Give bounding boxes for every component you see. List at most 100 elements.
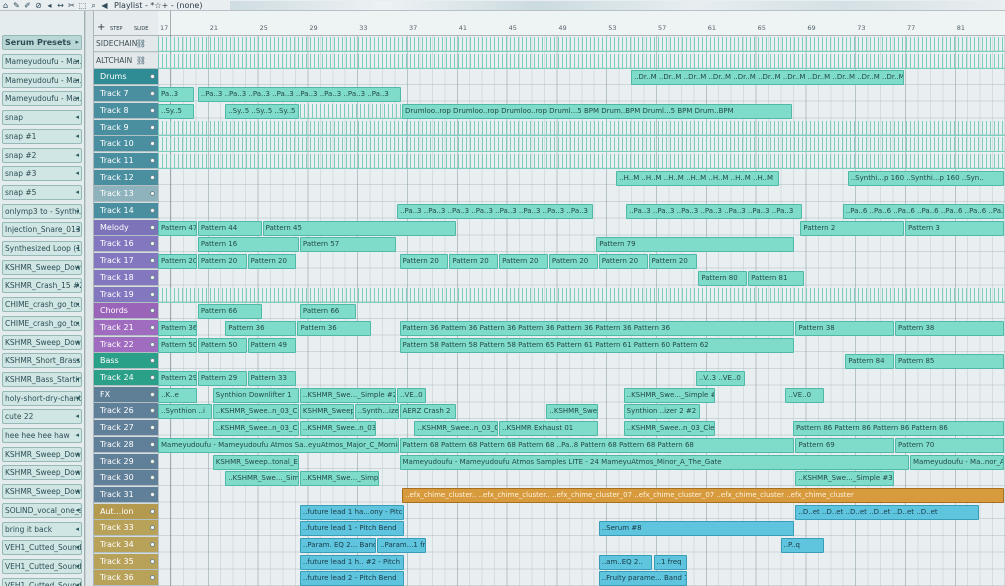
track-header[interactable]: Aut...ion [94, 503, 158, 520]
playlist-clip[interactable]: Pattern 58 Pattern 58 Pattern 58 Pattern… [399, 337, 795, 353]
track-header[interactable]: Track 31 [94, 486, 158, 503]
add-track-button[interactable]: + [97, 22, 105, 33]
playlist-clip[interactable]: ..Dr..M ..Dr..M ..Dr..M ..Dr..M ..Dr..M … [631, 70, 904, 86]
playlist-clip[interactable]: ..P..q [780, 538, 825, 553]
playlist-clip[interactable]: ..KSHMR_Swe..._Simple #4 [623, 387, 715, 403]
playlist-clip[interactable]: ..KSHMR_Swee..n_03_Clean [414, 421, 499, 437]
link-icon[interactable]: ⛓ [136, 36, 146, 51]
track-header[interactable]: Track 17 [94, 253, 158, 270]
select-icon[interactable]: ⬚ [77, 0, 88, 11]
playlist-clip[interactable]: Synthion Downlifter 1 [212, 387, 299, 403]
track-header[interactable]: Track 9 [94, 119, 158, 136]
track-enable-dot[interactable] [150, 425, 155, 431]
slice-icon[interactable]: ✂ [66, 0, 77, 11]
browser-item[interactable]: onlymp3 to - Synthi.. ◂ [2, 203, 82, 219]
playlist-clip[interactable]: ..1 freq [653, 554, 688, 570]
slip-icon[interactable]: ↔ [55, 0, 66, 11]
mute-icon[interactable]: ◂ [44, 0, 55, 11]
track-header[interactable]: Track 8 [94, 102, 158, 119]
track-enable-dot[interactable] [150, 508, 155, 514]
paint-icon[interactable]: ✐ [22, 0, 33, 11]
playlist-clip[interactable]: Pattern 20 [158, 254, 197, 270]
playlist-clip[interactable]: Pattern 3 [905, 220, 1004, 236]
playlist-clip[interactable]: ..Sy..5 [158, 103, 195, 119]
track-header[interactable]: FX [94, 386, 158, 403]
playlist-clip[interactable]: ..V..3 ..VE..0 [695, 371, 745, 386]
browser-item[interactable]: holy-short-dry-chant ◂ [2, 390, 82, 406]
track-enable-dot[interactable] [150, 91, 155, 97]
track-header[interactable]: Track 19 [94, 286, 158, 303]
playlist-clip[interactable]: Pattern 20 [399, 254, 449, 270]
track-enable-dot[interactable] [150, 208, 155, 213]
browser-folder-serum-presets[interactable]: Serum Presets ▸ [2, 35, 82, 50]
playlist-clip[interactable]: Pattern 20 [548, 254, 598, 270]
playlist-clip[interactable]: Pattern 69 [795, 437, 895, 453]
track-enable-dot[interactable] [150, 241, 155, 247]
track-header[interactable]: Track 28 [94, 436, 158, 453]
browser-item[interactable]: KSHMR_Short_Brass.. ◂ [2, 353, 82, 369]
playlist-clip[interactable]: ..KSHMR_Swee..n_03_Clean [212, 421, 299, 437]
note-pattern-strip[interactable] [158, 53, 1005, 69]
playlist-clip[interactable]: ..Fruity parame... Band 7 freq [598, 571, 688, 586]
slide-mode-toggle[interactable]: SLIDE [134, 26, 148, 32]
browser-item[interactable]: VEH1_Cutted_Sounds.. ◂ [2, 577, 82, 586]
playlist-clip[interactable]: Pattern 20 [648, 254, 698, 270]
track-enable-dot[interactable] [150, 74, 155, 80]
browser-item[interactable]: Mameyudoufu - Ma.. ◂ [2, 72, 82, 88]
playlist-clip[interactable]: Pattern 49 [247, 337, 297, 353]
track-header[interactable]: Track 7 [94, 86, 158, 103]
track-header[interactable]: Track 22 [94, 336, 158, 353]
track-header[interactable]: Track 21 [94, 319, 158, 336]
browser-item[interactable]: KSHMR_Bass_Startin.. ◂ [2, 371, 82, 387]
browser-item[interactable]: KSHMR_Sweep_Dow.. ◂ [2, 446, 82, 462]
playlist-clip[interactable]: Mameyudoufu - Mameyudoufu Atmos Samples … [399, 454, 909, 470]
playlist-clip[interactable]: Pattern 50 [197, 337, 247, 353]
playlist-clip[interactable]: ..Param. EQ 2... Band 7 [299, 538, 377, 553]
playlist-clip[interactable]: Pattern 36 Pattern 36 Pattern 36 Pattern… [399, 320, 795, 336]
browser-item[interactable]: KSHMR_Sweep_Dow.. ◂ [2, 484, 82, 500]
track-enable-dot[interactable] [150, 475, 155, 481]
track-enable-dot[interactable] [150, 107, 155, 113]
browser-item[interactable]: cute 22 ◂ [2, 409, 82, 425]
browser-item[interactable]: KSHMR_Sweep_Dow.. ◂ [2, 259, 82, 275]
timeline-ruler[interactable]: 17212529333741454953576165697377818589 [158, 11, 1005, 36]
track-enable-dot[interactable] [150, 575, 155, 581]
playlist-clip[interactable]: Mameyudoufu - Mameyudoufu Atmos Sa..eyuA… [158, 437, 399, 453]
browser-item[interactable]: KSHMR_Crash_15 #2 ◂ [2, 278, 82, 294]
track-header[interactable]: Track 11 [94, 152, 158, 169]
track-header[interactable]: Track 24 [94, 370, 158, 386]
track-enable-dot[interactable] [150, 391, 155, 397]
playlist-clip[interactable]: Pattern 20 [247, 254, 297, 270]
track-enable-dot[interactable] [150, 324, 155, 330]
track-enable-dot[interactable] [150, 408, 155, 414]
track-header[interactable]: Bass [94, 353, 158, 370]
playlist-clip[interactable]: ..VE..0 [785, 387, 825, 403]
playlist-clip[interactable]: Pattern 20 [449, 254, 499, 270]
erase-icon[interactable]: ⊘ [33, 0, 44, 11]
step-mode-toggle[interactable]: STEP [110, 26, 122, 32]
browser-item[interactable]: Mameyudoufu - Ma.. ◂ [2, 54, 82, 69]
playlist-clip[interactable]: ..Synth...izer 2 [354, 404, 399, 420]
playlist-clip[interactable]: Pattern 29 [158, 371, 197, 386]
browser-item[interactable]: snap ◂ [2, 110, 82, 126]
track-header[interactable]: Track 35 [94, 553, 158, 570]
track-header[interactable]: Track 10 [94, 136, 158, 153]
track-header[interactable]: Track 26 [94, 403, 158, 420]
track-enable-dot[interactable] [150, 258, 155, 264]
playlist-clip[interactable]: Pattern 16 [197, 237, 299, 253]
track-enable-dot[interactable] [150, 525, 155, 531]
playlist-clip[interactable]: Pattern 85 [895, 354, 1004, 370]
playlist-clip[interactable]: ..Sy..5 ..Sy..5 ..Sy..5 [225, 103, 299, 119]
playlist-clip[interactable]: Pattern 70 [895, 437, 1004, 453]
playlist-clip[interactable]: ..Pa..3 ..Pa..3 ..Pa..3 ..Pa..3 ..Pa..3 … [197, 87, 401, 103]
playlist-clip[interactable]: ..am..EQ 2.. [598, 554, 653, 570]
track-header[interactable]: Chords [94, 303, 158, 320]
playlist-clip[interactable]: AERZ Crash 2 [399, 404, 456, 420]
track-header[interactable]: Track 33 [94, 520, 158, 537]
playlist-clip[interactable]: Pattern 50 [158, 337, 197, 353]
playlist-clip[interactable]: ..Synthion ..i [158, 404, 212, 420]
track-header[interactable]: Drums [94, 69, 158, 86]
playlist-clip[interactable]: ..KSHMR_Swe..._Simple #2 [299, 387, 397, 403]
browser-item[interactable]: snap #1 ◂ [2, 128, 82, 144]
track-enable-dot[interactable] [150, 291, 155, 297]
